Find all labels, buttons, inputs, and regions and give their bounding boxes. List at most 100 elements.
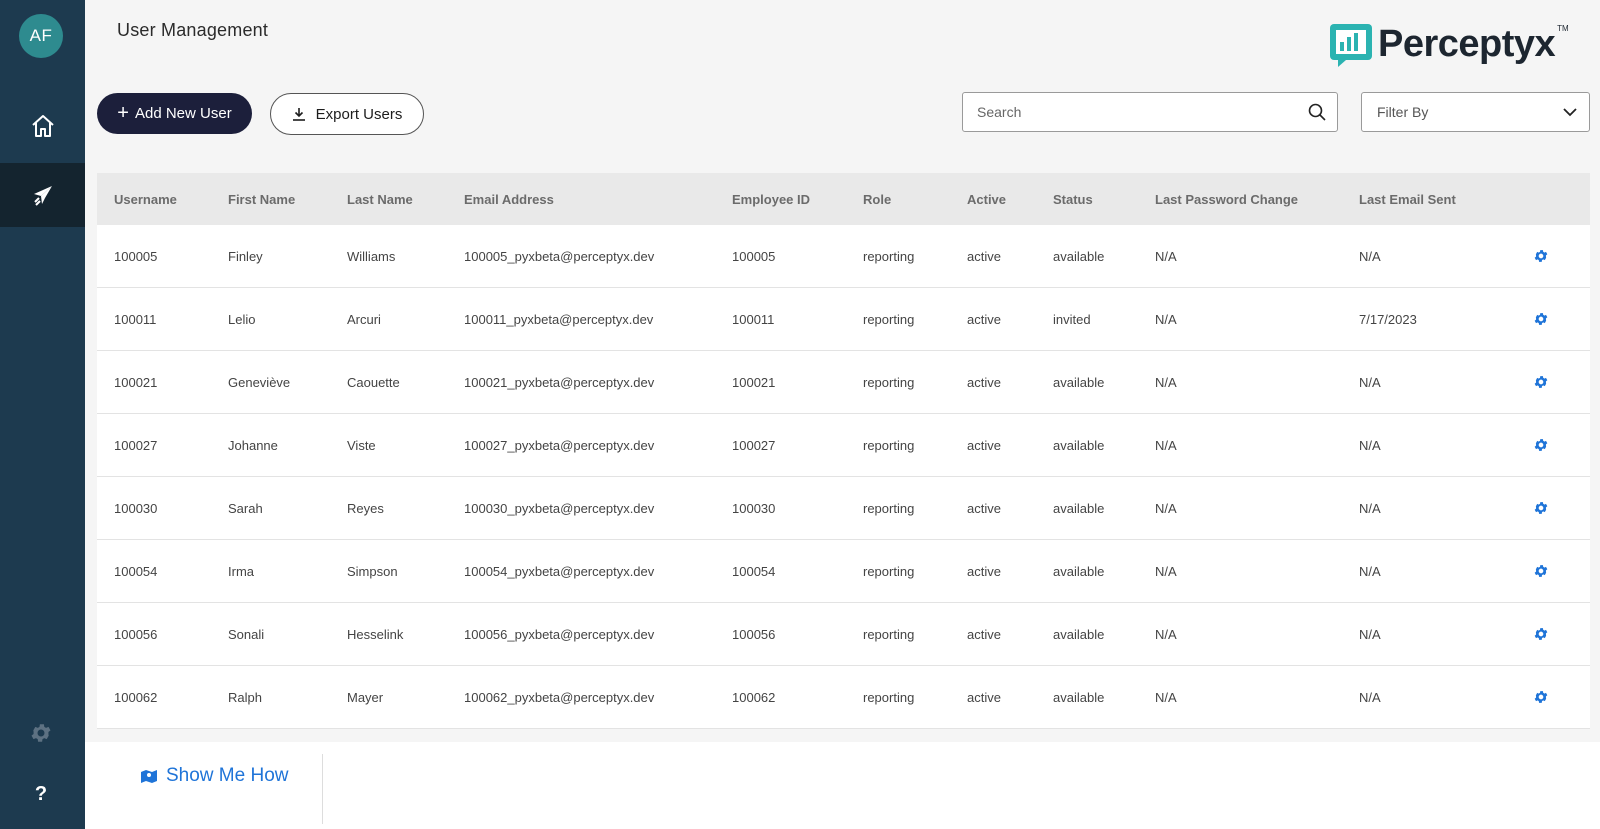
column-header-status[interactable]: Status bbox=[1053, 192, 1093, 207]
add-new-user-label: Add New User bbox=[134, 105, 232, 122]
paper-plane-icon bbox=[33, 186, 52, 206]
cell-email: 100021_pyxbeta@perceptyx.dev bbox=[464, 374, 655, 390]
cell-last-name: Reyes bbox=[347, 500, 384, 516]
row-settings-gear-icon[interactable] bbox=[1533, 437, 1549, 453]
row-settings-gear-icon[interactable] bbox=[1533, 500, 1549, 516]
cell-active: active bbox=[967, 374, 1001, 390]
cell-last-email-sent: N/A bbox=[1359, 374, 1381, 390]
search-icon[interactable] bbox=[1308, 103, 1326, 121]
table-row: 100056 Sonali Hesselink 100056_pyxbeta@perc… bbox=[97, 603, 1590, 666]
row-settings-gear-icon[interactable] bbox=[1533, 563, 1549, 579]
sidebar-item-home[interactable] bbox=[0, 94, 85, 158]
filter-by-select[interactable]: Filter By bbox=[1361, 92, 1590, 132]
cell-last-email-sent: N/A bbox=[1359, 248, 1381, 264]
chevron-down-icon bbox=[1563, 108, 1577, 117]
cell-status: available bbox=[1053, 248, 1105, 264]
column-header-last-password-change[interactable]: Last Password Change bbox=[1155, 192, 1298, 207]
column-header-employee-id[interactable]: Employee ID bbox=[732, 192, 810, 207]
cell-status: available bbox=[1053, 563, 1105, 579]
table-row: 100005 Finley Williams 100005_pyxbeta@perce… bbox=[97, 225, 1590, 288]
sidebar: AF ? bbox=[0, 0, 85, 829]
cell-role: reporting bbox=[863, 626, 915, 642]
cell-last-password-change: N/A bbox=[1155, 689, 1177, 705]
cell-employee-id: 100054 bbox=[732, 563, 776, 579]
cell-last-name: Viste bbox=[347, 437, 376, 453]
cell-last-email-sent: N/A bbox=[1359, 563, 1381, 579]
cell-role: reporting bbox=[863, 311, 915, 327]
cell-role: reporting bbox=[863, 437, 915, 453]
show-me-how-button[interactable]: Show Me How bbox=[140, 765, 289, 787]
plus-icon: + bbox=[117, 101, 129, 124]
logo-mark-icon bbox=[1330, 24, 1372, 67]
cell-active: active bbox=[967, 563, 1001, 579]
cell-email: 100054_pyxbeta@perceptyx.dev bbox=[464, 563, 655, 579]
column-header-first-name[interactable]: First Name bbox=[228, 192, 295, 207]
cell-role: reporting bbox=[863, 500, 915, 516]
sidebar-item-distribution[interactable] bbox=[0, 163, 85, 227]
export-users-label: Export Users bbox=[315, 105, 403, 123]
table-row: 100030 Sarah Reyes 100030_pyxbeta@perceptyx… bbox=[97, 477, 1590, 540]
add-new-user-button[interactable]: + Add New User bbox=[97, 93, 252, 134]
row-settings-gear-icon[interactable] bbox=[1533, 311, 1549, 327]
cell-email: 100062_pyxbeta@perceptyx.dev bbox=[464, 689, 655, 705]
page-title: User Management bbox=[117, 20, 269, 40]
settings-gear-icon[interactable] bbox=[29, 721, 53, 745]
cell-role: reporting bbox=[863, 563, 915, 579]
cell-last-email-sent: N/A bbox=[1359, 437, 1381, 453]
cell-email: 100005_pyxbeta@perceptyx.dev bbox=[464, 248, 655, 264]
home-icon bbox=[31, 115, 54, 137]
column-header-role[interactable]: Role bbox=[863, 192, 891, 207]
table-header: Username First Name Last Name Email Addr… bbox=[97, 173, 1590, 225]
cell-username: 100027 bbox=[114, 437, 158, 453]
cell-first-name: Sarah bbox=[228, 500, 263, 516]
cell-username: 100005 bbox=[114, 248, 158, 264]
search-input[interactable] bbox=[977, 93, 1297, 131]
users-table: Username First Name Last Name Email Addr… bbox=[97, 173, 1590, 729]
footer-divider bbox=[322, 754, 323, 824]
cell-last-email-sent: N/A bbox=[1359, 689, 1381, 705]
cell-status: available bbox=[1053, 374, 1105, 390]
cell-username: 100021 bbox=[114, 374, 158, 390]
column-header-last-email-sent[interactable]: Last Email Sent bbox=[1359, 192, 1456, 207]
cell-active: active bbox=[967, 626, 1001, 642]
download-icon bbox=[292, 108, 305, 121]
cell-email: 100030_pyxbeta@perceptyx.dev bbox=[464, 500, 655, 516]
row-settings-gear-icon[interactable] bbox=[1533, 374, 1549, 390]
cell-active: active bbox=[967, 311, 1001, 327]
cell-first-name: Lelio bbox=[228, 311, 256, 327]
cell-role: reporting bbox=[863, 248, 915, 264]
cell-active: active bbox=[967, 248, 1001, 264]
map-icon bbox=[141, 770, 157, 783]
cell-employee-id: 100021 bbox=[732, 374, 776, 390]
row-settings-gear-icon[interactable] bbox=[1533, 626, 1549, 642]
cell-username: 100030 bbox=[114, 500, 158, 516]
row-settings-gear-icon[interactable] bbox=[1533, 248, 1549, 264]
cell-first-name: Sonali bbox=[228, 626, 265, 642]
column-header-last-name[interactable]: Last Name bbox=[347, 192, 413, 207]
cell-username: 100011 bbox=[114, 311, 157, 327]
column-header-active[interactable]: Active bbox=[967, 192, 1006, 207]
cell-last-password-change: N/A bbox=[1155, 374, 1177, 390]
table-row: 100011 Lelio Arcuri 100011_pyxbeta@percepty… bbox=[97, 288, 1590, 351]
cell-role: reporting bbox=[863, 689, 915, 705]
column-header-email[interactable]: Email Address bbox=[464, 192, 554, 207]
cell-last-password-change: N/A bbox=[1155, 626, 1177, 642]
logo-trademark: TM bbox=[1557, 24, 1569, 33]
cell-first-name: Geneviève bbox=[228, 374, 291, 390]
help-icon[interactable]: ? bbox=[28, 781, 54, 807]
cell-role: reporting bbox=[863, 374, 915, 390]
avatar[interactable]: AF bbox=[19, 14, 63, 58]
column-header-username[interactable]: Username bbox=[114, 192, 177, 207]
export-users-button[interactable]: Export Users bbox=[270, 93, 424, 135]
cell-last-password-change: N/A bbox=[1155, 248, 1177, 264]
cell-last-password-change: N/A bbox=[1155, 437, 1177, 453]
perceptyx-logo: Perceptyx TM bbox=[1328, 18, 1569, 70]
row-settings-gear-icon[interactable] bbox=[1533, 689, 1549, 705]
cell-last-email-sent: 7/17/2023 bbox=[1359, 311, 1417, 327]
table-row: 100021 Geneviève Caouette 100021_pyxbeta@pe… bbox=[97, 351, 1590, 414]
table-body: 100005 Finley Williams 100005_pyxbeta@perce… bbox=[97, 225, 1590, 729]
cell-first-name: Finley bbox=[228, 248, 263, 264]
cell-last-name: Hesselink bbox=[347, 626, 404, 642]
cell-employee-id: 100056 bbox=[732, 626, 776, 642]
cell-last-name: Caouette bbox=[347, 374, 400, 390]
